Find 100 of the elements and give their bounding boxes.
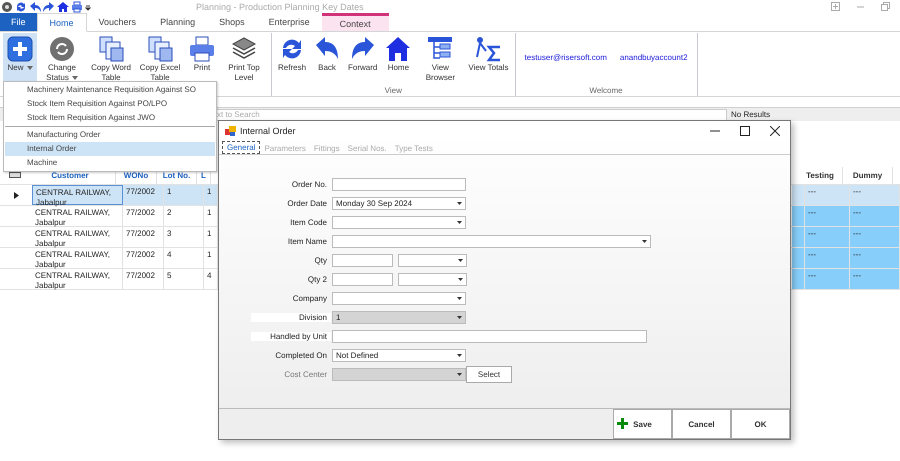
table-cell: --- <box>850 227 900 247</box>
ribbon-button[interactable]: Home <box>381 33 416 83</box>
menu-item[interactable]: Machinery Maintenance Requisition Against SO <box>5 83 215 97</box>
dropdown-field[interactable] <box>332 216 466 228</box>
field-label: Cost Center <box>283 370 328 378</box>
caret-icon <box>457 372 462 376</box>
input-field[interactable] <box>332 272 393 286</box>
ribbon-tab[interactable]: Shops <box>207 13 257 31</box>
table-cell: 2 <box>164 206 204 226</box>
dropdown-field[interactable] <box>398 254 467 266</box>
field-label: Completed On <box>274 350 328 360</box>
close-icon[interactable] <box>770 126 780 136</box>
home-icon <box>384 35 412 63</box>
caret-icon <box>457 202 462 204</box>
ribbon-button[interactable]: Back <box>310 33 344 83</box>
refresh-icon[interactable] <box>15 0 27 12</box>
redo-icon[interactable] <box>43 0 55 12</box>
table-cell: --- <box>805 185 850 205</box>
table-cell: 1 <box>164 185 204 205</box>
dialog-button[interactable]: Cancel <box>672 409 731 439</box>
ribbon-button[interactable]: View Browser <box>416 33 464 83</box>
restore-icon[interactable] <box>881 2 890 11</box>
home-icon[interactable] <box>57 0 69 12</box>
dropdown-field[interactable]: Not Defined <box>332 348 466 362</box>
table-cell: 1 <box>204 185 218 205</box>
field-label: Order No. <box>290 180 328 188</box>
field-label: Division <box>251 312 331 322</box>
ribbon-tab[interactable]: Planning <box>148 13 208 31</box>
ribbon-button[interactable]: New <box>3 33 37 83</box>
menu-item[interactable]: Stock Item Requisition Against PO/LPO <box>5 97 215 111</box>
caret-icon <box>457 316 462 318</box>
caret-icon <box>458 258 463 262</box>
menu-item[interactable]: Stock Item Requisition Against JWO <box>5 111 215 125</box>
ribbon-button[interactable]: Refresh <box>275 33 310 83</box>
field-label: Item Name <box>286 236 328 246</box>
group-label: Welcome <box>588 86 624 96</box>
grid-menu-icon[interactable] <box>9 172 21 178</box>
gear-icon[interactable] <box>1 0 13 12</box>
input-field[interactable] <box>332 330 647 342</box>
cycle-icon <box>48 35 76 63</box>
field-label: Item Code <box>289 218 328 226</box>
menu-item[interactable]: Internal Order <box>5 142 215 156</box>
field-label: Qty 2 <box>306 274 328 284</box>
ribbon-button[interactable]: Change Status <box>38 33 86 83</box>
documents-icon <box>97 35 125 63</box>
ribbon-button[interactable]: Copy Excel Table <box>136 33 184 83</box>
input-field[interactable] <box>332 178 466 190</box>
column-header[interactable]: Dummy <box>843 167 893 184</box>
dropdown-field[interactable] <box>332 234 651 248</box>
table-cell: 5 <box>164 269 204 289</box>
caret-icon <box>458 278 463 280</box>
maximize-icon[interactable] <box>740 126 750 136</box>
ribbon-button[interactable]: Forward <box>345 33 380 83</box>
table-cell: 4 <box>164 248 204 268</box>
menu-item[interactable]: Machine <box>5 156 215 170</box>
table-cell: 77/2002 <box>123 269 164 289</box>
ribbon-button[interactable]: Copy Word Table <box>87 33 135 83</box>
ribbon-tab[interactable]: Enterprise <box>256 13 322 31</box>
table-cell: --- <box>805 227 850 247</box>
dropdown-field[interactable] <box>332 292 466 304</box>
window-icon <box>225 126 236 136</box>
table-cell: --- <box>805 248 850 268</box>
ribbon-button[interactable]: Print <box>185 33 219 83</box>
user-link[interactable]: anandbuyaccount2 <box>620 53 688 62</box>
print-icon[interactable] <box>71 0 83 12</box>
table-cell: CENTRAL RAILWAY, Jabalpur <box>32 227 123 247</box>
menu-item[interactable]: Manufacturing Order <box>5 128 215 142</box>
ribbon-tab[interactable]: Context <box>322 13 389 31</box>
sigma-icon <box>474 35 502 63</box>
new-window-icon[interactable] <box>831 2 840 11</box>
field-label: Qty <box>314 256 328 264</box>
search-field[interactable]: xt to Search <box>214 108 727 120</box>
dropdown-field[interactable]: Monday 30 Sep 2024 <box>332 196 466 210</box>
table-cell: CENTRAL RAILWAY, Jabalpur <box>32 185 123 205</box>
undo-icon[interactable] <box>29 0 41 12</box>
ribbon-tab[interactable]: Home <box>36 13 87 32</box>
table-cell: --- <box>850 269 900 289</box>
table-cell: CENTRAL RAILWAY, Jabalpur <box>32 269 123 289</box>
dialog-button[interactable]: OK <box>731 409 790 439</box>
table-cell: 77/2002 <box>123 185 164 205</box>
results-label: No Results <box>731 110 770 119</box>
dropdown-field[interactable] <box>398 272 467 286</box>
caret-icon <box>457 220 462 224</box>
plus-icon <box>6 35 34 63</box>
row-pointer-icon <box>14 192 18 198</box>
caret-icon <box>457 296 462 300</box>
column-header[interactable]: Testing <box>798 167 843 184</box>
table-cell: 77/2002 <box>123 248 164 268</box>
ribbon-tab[interactable]: File <box>0 13 37 31</box>
save-button[interactable]: Save <box>613 409 672 439</box>
table-cell: 77/2002 <box>123 206 164 226</box>
ribbon-button[interactable]: View Totals <box>465 33 512 83</box>
table-cell: 3 <box>164 227 204 247</box>
input-field[interactable] <box>332 254 393 266</box>
ribbon-tab[interactable]: Vouchers <box>86 13 148 31</box>
user-link[interactable]: testuser@risersoft.com <box>524 53 607 62</box>
table-cell: --- <box>850 248 900 268</box>
table-cell: 77/2002 <box>123 227 164 247</box>
dialog-tab[interactable]: General <box>222 141 260 154</box>
ribbon-button[interactable]: Print Top Level <box>220 33 268 83</box>
